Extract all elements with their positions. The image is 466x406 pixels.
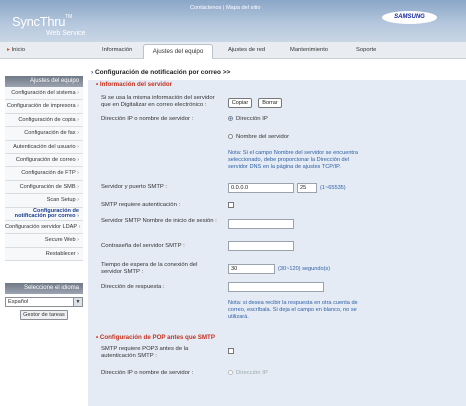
pop-server-address-label: Dirección IP o nombre de servidor : — [101, 370, 194, 376]
smtp-server-label: Servidor y puerto SMTP : — [101, 184, 168, 190]
radio-empty-icon — [228, 134, 233, 139]
sidebar-item-ftp[interactable]: Configuración de FTP — [5, 167, 83, 181]
timeout-input[interactable]: 30 — [228, 264, 275, 274]
same-info-label: Si se usa la misma información del servi… — [101, 95, 215, 108]
page-title: Configuración de notificación por correo… — [91, 69, 230, 76]
pop-section-heading: Configuración de POP antes que SMTP — [96, 334, 215, 341]
radio-ip-address[interactable]: Dirección IP — [228, 116, 268, 122]
sidebar: Ajustes del equipo Configuración del sis… — [5, 76, 83, 406]
reply-address-label: Dirección de respuesta : — [101, 284, 165, 290]
sidebar-item-restablecer[interactable]: Restablecer — [5, 247, 83, 262]
tab-mantenimiento[interactable]: Mantenimiento — [290, 47, 328, 53]
radio-disabled-icon — [228, 370, 233, 375]
sidebar-item-scan-setup[interactable]: Scan Setup — [5, 194, 83, 208]
chevron-down-icon: ▼ — [73, 298, 82, 307]
top-links[interactable]: Contáctenos | Mapa del sitio — [190, 5, 260, 11]
timeout-hint: (30~120) segundo(s) — [278, 266, 331, 272]
radio-server-name[interactable]: Nombre del servidor — [228, 134, 289, 140]
sidebar-item-correo[interactable]: Configuración de correo — [5, 153, 83, 168]
smtp-login-input[interactable] — [228, 219, 294, 229]
header-banner: SyncThruTM Web Service Contáctenos | Map… — [0, 0, 466, 42]
smtp-port-input[interactable]: 25 — [297, 183, 317, 193]
task-manager-button[interactable]: Gestor de tareas — [20, 310, 68, 321]
sidebar-item-secure-web[interactable]: Secure Web — [5, 234, 83, 248]
radio-selected-icon — [228, 116, 233, 121]
sidebar-item-notificacion[interactable]: Configuración de notificación por correo — [5, 207, 83, 221]
sidebar-item-impresora[interactable]: Configuración de impresora — [5, 100, 83, 114]
logo-subtitle: Web Service — [46, 30, 86, 37]
language-header: Seleccione el idioma — [5, 283, 83, 295]
pop-required-checkbox[interactable] — [228, 348, 234, 354]
language-select[interactable]: Español ▼ — [5, 297, 83, 308]
sidebar-item-smb[interactable]: Configuración de SMB — [5, 180, 83, 195]
sidebar-item-sistema[interactable]: Configuración del sistema — [5, 87, 83, 101]
smtp-port-hint: (1~65535) — [320, 185, 346, 191]
main-panel: Configuración de notificación por correo… — [88, 66, 466, 406]
main-nav: Inicio Información Ajustes del equipo Aj… — [0, 42, 466, 59]
sidebar-item-copia[interactable]: Configuración de copia — [5, 113, 83, 128]
reply-note: Nota: si desea recibir la respuesta en o… — [228, 300, 358, 320]
settings-form: Información del servidor Si se usa la mi… — [88, 80, 466, 406]
tab-ajustes-equipo[interactable]: Ajustes del equipo — [143, 44, 213, 59]
tab-informacion[interactable]: Información — [102, 47, 132, 53]
sidebar-header: Ajustes del equipo — [5, 76, 83, 87]
smtp-password-label: Contraseña del servidor SMTP : — [101, 243, 185, 249]
nav-home-link[interactable]: Inicio — [7, 47, 26, 53]
pop-radio-ip-address[interactable]: Dirección IP — [228, 370, 268, 376]
tab-ajustes-red[interactable]: Ajustes de red — [228, 47, 265, 53]
copy-button[interactable]: Copiar — [228, 98, 252, 108]
samsung-logo: SAMSUNG — [382, 11, 437, 24]
sidebar-item-ldap[interactable]: Configuración servidor LDAP — [5, 220, 83, 235]
pop-required-label: SMTP requiere POP3 antes de la autentica… — [101, 346, 189, 359]
timeout-label: Tiempo de espera de la conexión del serv… — [101, 262, 198, 275]
server-section-heading: Información del servidor — [96, 81, 172, 88]
smtp-password-input[interactable] — [228, 241, 294, 251]
delete-button[interactable]: Borrar — [258, 98, 282, 108]
smtp-auth-checkbox[interactable] — [228, 202, 234, 208]
tab-soporte[interactable]: Soporte — [356, 47, 376, 53]
smtp-auth-label: SMTP requiere autenticación : — [101, 202, 181, 208]
syncthru-logo: SyncThruTM — [12, 14, 72, 29]
reply-address-input[interactable] — [228, 282, 324, 292]
smtp-login-label: Servidor SMTP Nombre de inicio de sesión… — [101, 218, 217, 224]
smtp-server-input[interactable]: 0.0.0.0 — [228, 183, 294, 193]
sidebar-item-fax[interactable]: Configuración de fax — [5, 127, 83, 141]
dns-note: Nota: Si el campo Nombre del servidor se… — [228, 150, 358, 170]
sidebar-item-autenticacion[interactable]: Autenticación del usuario — [5, 140, 83, 154]
server-address-label: Dirección IP o nombre de servidor : — [101, 116, 194, 122]
